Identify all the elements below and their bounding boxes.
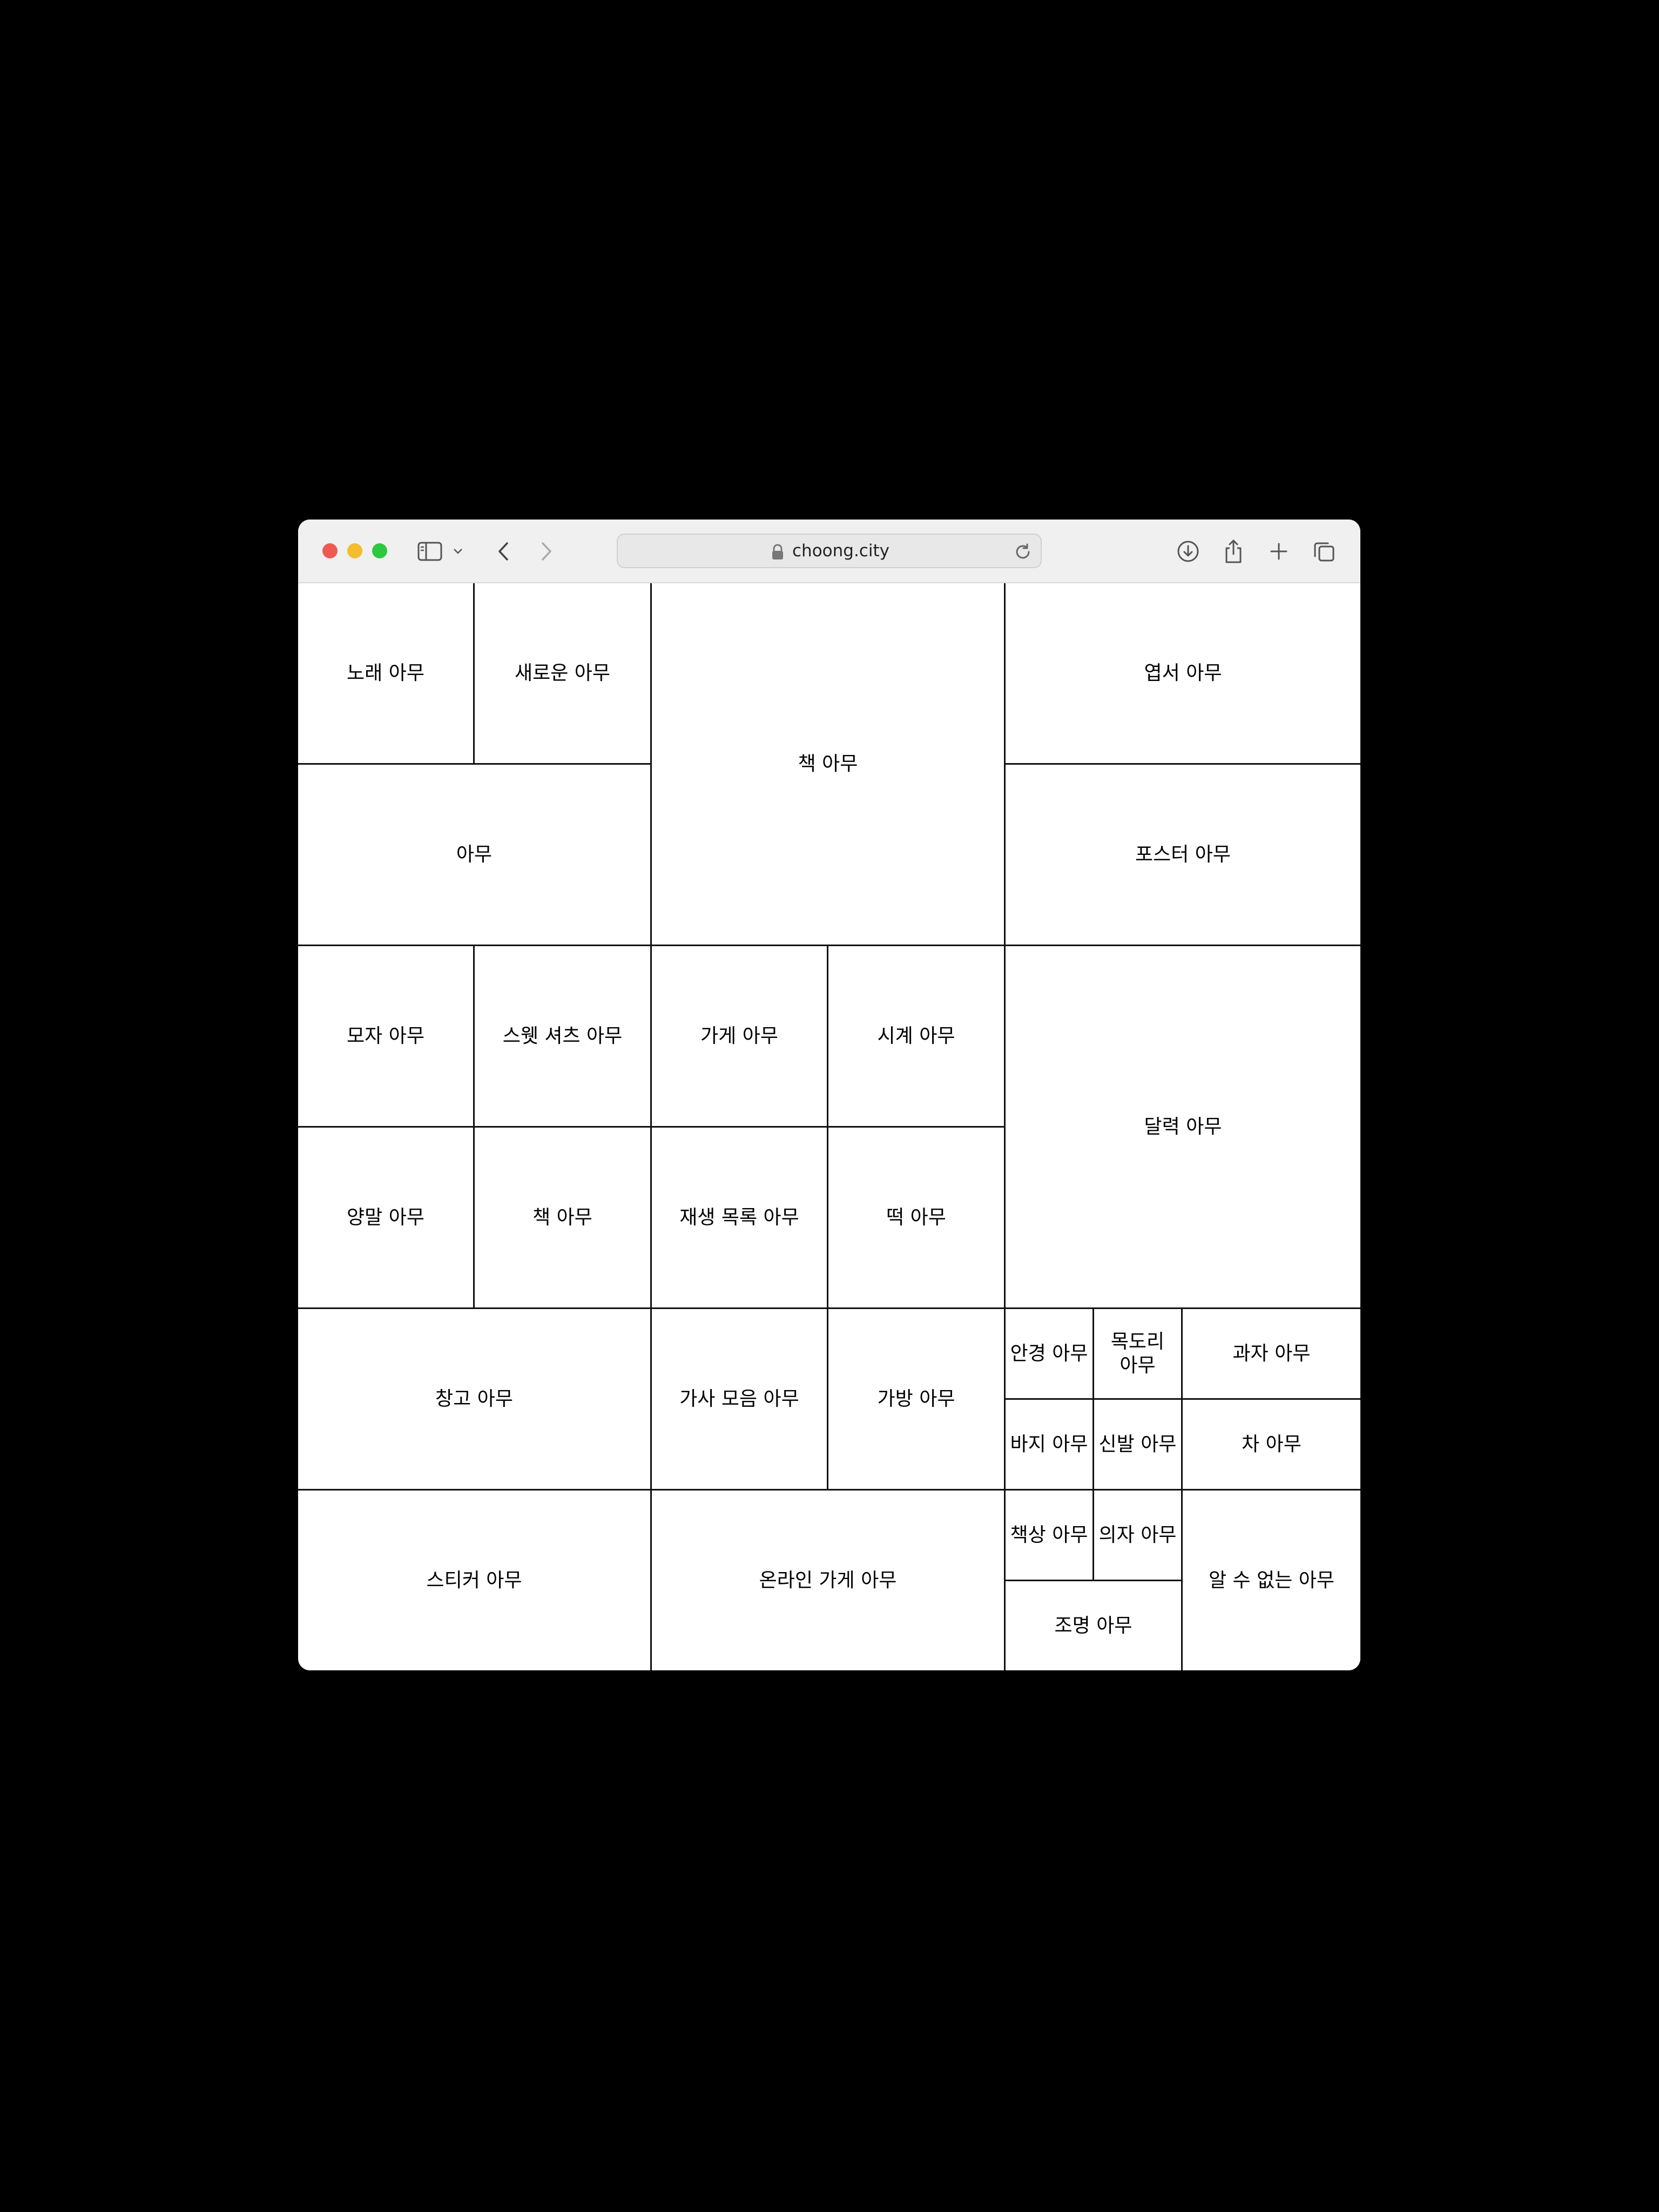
grid-cell[interactable]: 신발 아무 [1094, 1400, 1183, 1491]
tab-overview-icon[interactable] [1309, 536, 1339, 567]
forward-arrow-icon[interactable] [531, 536, 562, 567]
grid-cell[interactable]: 책상 아무 [1006, 1491, 1094, 1581]
sidebar-toggle-icon[interactable] [415, 536, 445, 567]
grid-cell[interactable]: 떡 아무 [828, 1128, 1006, 1309]
url-text: choong.city [792, 541, 889, 561]
grid-cell[interactable]: 재생 목록 아무 [652, 1128, 828, 1309]
share-icon[interactable] [1218, 536, 1249, 567]
chevron-down-icon[interactable] [448, 536, 468, 567]
reload-icon[interactable] [1013, 542, 1033, 562]
grid-cell[interactable]: 포스터 아무 [1006, 765, 1360, 946]
grid-cell[interactable]: 차 아무 [1183, 1400, 1360, 1491]
back-arrow-icon[interactable] [488, 536, 518, 567]
grid-cell[interactable]: 책 아무 [475, 1128, 652, 1309]
browser-toolbar: choong.city [298, 520, 1360, 583]
grid-cell[interactable]: 과자 아무 [1183, 1309, 1360, 1400]
grid-cell[interactable]: 엽서 아무 [1006, 583, 1360, 765]
close-window-button[interactable] [322, 543, 338, 558]
grid-cell[interactable]: 가게 아무 [652, 946, 828, 1128]
category-grid: 노래 아무 새로운 아무 책 아무 엽서 아무 아무 포스터 아무 모자 아무 … [298, 583, 1360, 1670]
grid-cell[interactable]: 달력 아무 [1006, 946, 1360, 1309]
grid-cell[interactable]: 아무 [298, 765, 652, 946]
grid-cell[interactable]: 안경 아무 [1006, 1309, 1094, 1400]
download-icon[interactable] [1173, 536, 1203, 567]
grid-cell[interactable]: 시계 아무 [828, 946, 1006, 1128]
grid-cell[interactable]: 목도리 아무 [1094, 1309, 1183, 1400]
grid-cell[interactable]: 가사 모음 아무 [652, 1309, 828, 1491]
zoom-window-button[interactable] [372, 543, 387, 558]
grid-cell[interactable]: 새로운 아무 [475, 583, 652, 765]
grid-cell[interactable]: 모자 아무 [298, 946, 475, 1128]
address-bar[interactable]: choong.city [617, 534, 1042, 568]
grid-cell[interactable]: 바지 아무 [1006, 1400, 1094, 1491]
grid-cell[interactable]: 가방 아무 [828, 1309, 1006, 1491]
new-tab-plus-icon[interactable] [1264, 536, 1294, 567]
grid-cell[interactable]: 책 아무 [652, 583, 1006, 946]
grid-cell[interactable]: 창고 아무 [298, 1309, 652, 1491]
grid-cell[interactable]: 온라인 가게 아무 [652, 1491, 1006, 1670]
grid-cell[interactable]: 스웻 셔츠 아무 [475, 946, 652, 1128]
grid-cell[interactable]: 양말 아무 [298, 1128, 475, 1309]
browser-window: choong.city 노래 아무 새로운 아무 책 아무 엽서 아무 아무 포… [298, 520, 1360, 1670]
lock-icon [772, 544, 783, 559]
minimize-window-button[interactable] [347, 543, 362, 558]
grid-cell[interactable]: 의자 아무 [1094, 1491, 1183, 1581]
grid-cell[interactable]: 스티커 아무 [298, 1491, 652, 1670]
grid-cell[interactable]: 조명 아무 [1006, 1581, 1183, 1670]
grid-cell[interactable]: 노래 아무 [298, 583, 475, 765]
grid-cell[interactable]: 알 수 없는 아무 [1183, 1491, 1360, 1670]
